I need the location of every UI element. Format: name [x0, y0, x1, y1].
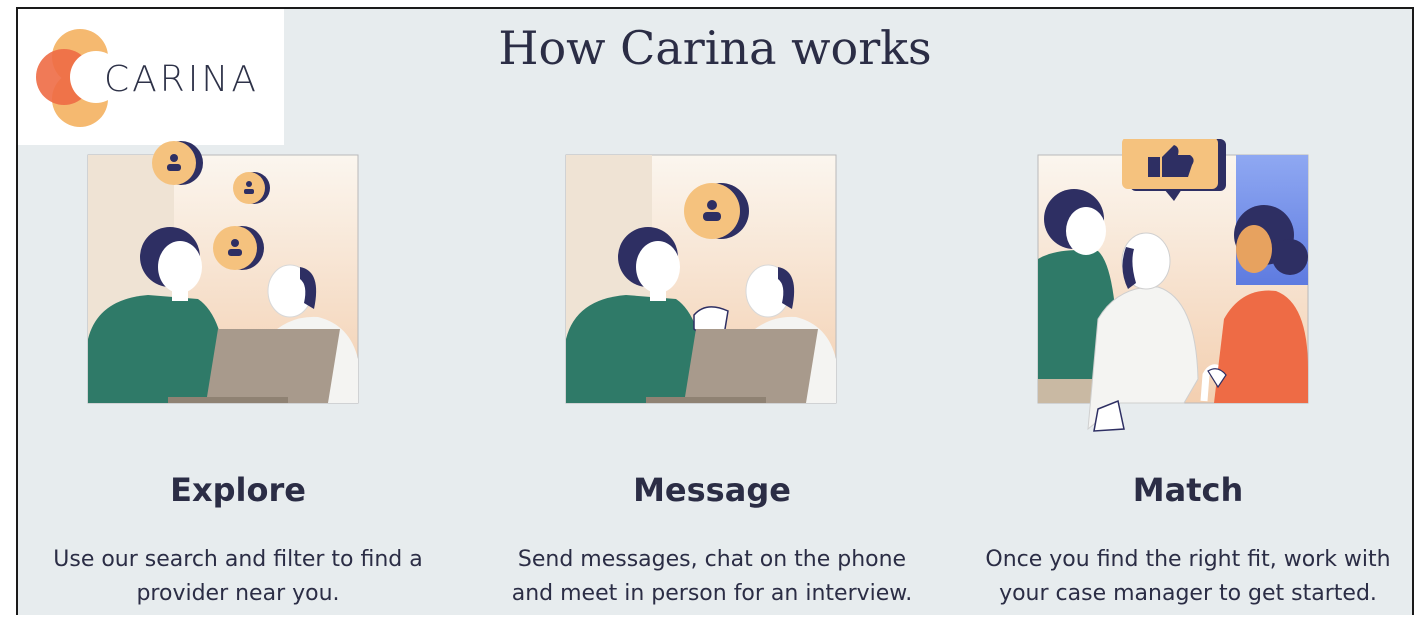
step-description-line: Send messages, chat on the phone [517, 547, 907, 572]
person-bubble-icon [213, 226, 264, 270]
step-match: Match Once you find the right fit, work … [954, 9, 1394, 615]
explore-illustration [87, 141, 359, 404]
message-illustration [565, 154, 837, 404]
step-description: Send messages, chat on the phone and mee… [492, 543, 932, 611]
step-message: Message Send messages, chat on the phone… [480, 9, 920, 615]
how-carina-works-section: CARINA How Carina works Explore Use our … [16, 7, 1414, 615]
step-description-line: your case manager to get started. [999, 581, 1377, 606]
step-description-line: and meet in person for an interview. [511, 581, 913, 606]
step-description-line: provider near you. [136, 581, 340, 606]
step-description-line: Use our search and filter to find a [53, 547, 423, 572]
match-illustration [1037, 139, 1309, 432]
step-description: Once you find the right fit, work with y… [968, 543, 1408, 611]
step-explore: Explore Use our search and filter to fin… [18, 9, 458, 615]
step-description: Use our search and filter to find a prov… [18, 543, 458, 611]
person-bubble-icon [233, 172, 270, 204]
step-description-line: Once you find the right fit, work with [985, 547, 1391, 572]
step-title: Explore [170, 471, 306, 509]
person-bubble-icon [684, 183, 749, 239]
step-title: Match [1132, 471, 1244, 509]
step-title: Message [633, 471, 791, 509]
person-bubble-icon [152, 141, 203, 185]
